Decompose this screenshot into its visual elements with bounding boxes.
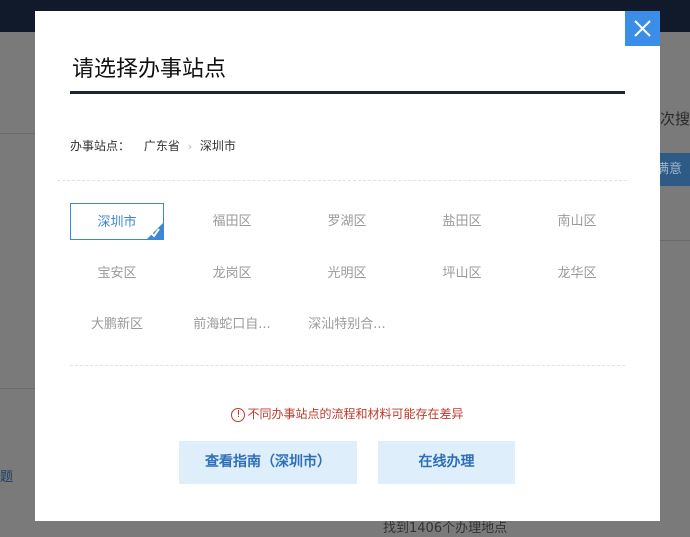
district-option[interactable]: 盐田区	[415, 203, 509, 240]
district-option[interactable]: 福田区	[185, 203, 279, 240]
district-option[interactable]: 深圳市	[70, 203, 164, 240]
background-link: 题	[0, 470, 14, 485]
online-apply-button[interactable]: 在线办理	[378, 441, 515, 484]
modal-title: 请选择办事站点	[72, 57, 227, 82]
district-label: 深圳市	[97, 215, 137, 230]
breadcrumb: 办事站点： 广东省 › 深圳市	[70, 137, 236, 154]
district-option[interactable]: 光明区	[300, 255, 394, 292]
background-search-text: 次搜	[660, 110, 690, 128]
divider	[70, 365, 625, 366]
district-option[interactable]: 坪山区	[415, 255, 509, 292]
district-option[interactable]: 龙华区	[530, 255, 624, 292]
district-option[interactable]: 宝安区	[70, 255, 164, 292]
warning-icon: !	[231, 407, 246, 422]
district-option[interactable]: 龙岗区	[185, 255, 279, 292]
district-option[interactable]: 前海蛇口自...	[185, 306, 279, 343]
breadcrumb-label: 办事站点：	[70, 139, 131, 153]
breadcrumb-province[interactable]: 广东省	[144, 139, 180, 153]
close-icon	[634, 20, 651, 37]
site-select-modal: 请选择办事站点 办事站点： 广东省 › 深圳市 深圳市 福田区 罗湖区 盐田区 …	[35, 11, 660, 521]
check-icon	[150, 228, 160, 238]
notice-message: ! 不同办事站点的流程和材料可能存在差异	[35, 405, 660, 422]
background-divider	[0, 388, 35, 389]
notice-text: 不同办事站点的流程和材料可能存在差异	[247, 407, 464, 421]
district-option[interactable]: 南山区	[530, 203, 624, 240]
view-guide-button[interactable]: 查看指南（深圳市）	[179, 441, 357, 484]
chevron-right-icon: ›	[187, 140, 193, 153]
district-option[interactable]: 罗湖区	[300, 203, 394, 240]
divider	[57, 180, 627, 181]
close-button[interactable]	[625, 11, 660, 46]
title-underline	[70, 91, 625, 94]
watermark: 知乎 @卷卷	[565, 501, 661, 522]
breadcrumb-city[interactable]: 深圳市	[200, 139, 236, 153]
background-divider	[0, 133, 35, 134]
district-option[interactable]: 深汕特别合...	[300, 306, 394, 343]
background-divider	[660, 240, 690, 241]
district-option[interactable]: 大鹏新区	[70, 306, 164, 343]
